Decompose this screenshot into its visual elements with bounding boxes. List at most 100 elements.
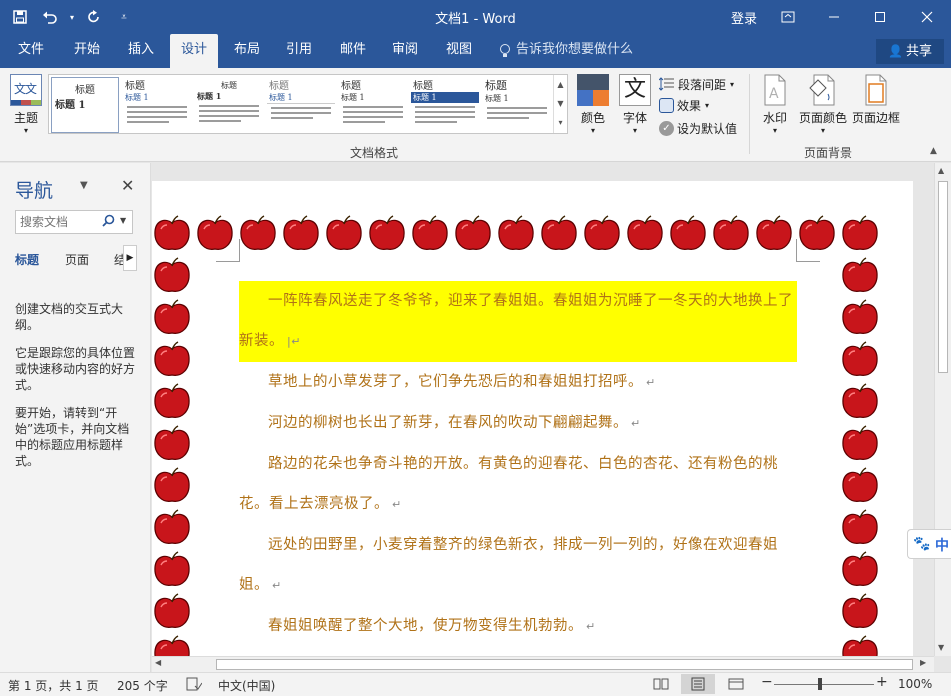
maximize-icon[interactable]: [857, 0, 903, 34]
word-count[interactable]: 205 个字: [117, 677, 168, 694]
apple-border-art: [840, 423, 880, 463]
title-bar: ▾ ⩡ 文档1 - Word 登录: [0, 0, 951, 34]
tell-me-box[interactable]: 告诉我你想要做什么: [516, 34, 633, 68]
page-color-dropdown-icon: ▾: [820, 126, 825, 135]
gallery-scroll[interactable]: ▲ ▼ ▾: [553, 75, 567, 133]
style-set-item[interactable]: 标题 标题 1: [123, 77, 191, 133]
paragraph[interactable]: 远处的田野里，小麦穿着整齐的绿色新衣，排成一列一列的，好像在欢迎春姐姐。 ↵: [239, 525, 797, 606]
horizontal-scrollbar[interactable]: ◀ ▶: [152, 656, 934, 672]
gallery-more-icon[interactable]: ▾: [554, 113, 567, 132]
search-icon[interactable]: [102, 214, 115, 230]
paragraph[interactable]: 路边的花朵也争奇斗艳的开放。有黄色的迎春花、白色的杏花、还有粉色的桃花。看上去漂…: [239, 444, 797, 525]
help-text: 它是跟踪您的具体位置或快速移动内容的好方式。: [15, 346, 136, 392]
zoom-level[interactable]: 100%: [898, 677, 932, 691]
zoom-in-icon[interactable]: +: [876, 674, 888, 690]
web-layout-icon[interactable]: [728, 677, 744, 694]
scroll-right-icon[interactable]: ▶: [920, 658, 926, 667]
gallery-up-icon[interactable]: ▲: [554, 75, 567, 94]
fonts-button[interactable]: 文 字体 ▾: [617, 74, 653, 135]
input-method-label: 中: [935, 538, 949, 554]
navigation-title: 导航: [15, 180, 54, 202]
document-body[interactable]: 一阵阵春风送走了冬爷爷，迎来了春姐姐。春姐姐为沉睡了一冬天的大地换上了新装。 |↵…: [239, 281, 797, 647]
apple-border-art: [840, 507, 880, 547]
search-input[interactable]: [16, 211, 96, 233]
search-dropdown-icon[interactable]: ▼: [120, 216, 126, 225]
collapse-ribbon-icon[interactable]: ▲: [930, 146, 937, 156]
text-cursor: |↵: [287, 335, 301, 348]
tab-headings[interactable]: 标题: [15, 251, 39, 268]
style-set-item[interactable]: 标题 标题 1: [411, 77, 479, 133]
style-set-gallery: 标题 标题 1 标题 标题 1 标题 标题 1 标题 标题 1 标题 标题 1 …: [48, 74, 568, 134]
login-link[interactable]: 登录: [731, 8, 757, 27]
paragraph[interactable]: 草地上的小草发芽了，它们争先恐后的和春姐姐打招呼。 ↵: [239, 362, 797, 403]
tab-view[interactable]: 视图: [436, 34, 482, 68]
tab-mailings[interactable]: 邮件: [330, 34, 376, 68]
style-set-item[interactable]: 标题 标题 1: [483, 77, 551, 133]
set-as-default-button[interactable]: ✓ 设为默认值: [659, 118, 737, 138]
proofing-icon[interactable]: [186, 677, 203, 694]
zoom-out-icon[interactable]: −: [761, 674, 773, 690]
tab-file[interactable]: 文件: [8, 34, 54, 68]
input-method-chip[interactable]: 🐾 中: [907, 529, 951, 559]
effects-label: 效果: [677, 98, 702, 113]
style-set-item[interactable]: 标题 标题 1: [339, 77, 407, 133]
page-color-button[interactable]: 页面颜色 ▾: [797, 74, 849, 135]
tab-insert[interactable]: 插入: [118, 34, 164, 68]
tab-pages[interactable]: 页面: [65, 251, 89, 268]
paragraph-spacing-button[interactable]: 段落间距 ▾: [658, 74, 734, 94]
navigation-options-icon[interactable]: ▼: [80, 180, 88, 191]
tab-design[interactable]: 设计: [170, 34, 218, 68]
zoom-slider-thumb[interactable]: [818, 678, 822, 690]
ribbon-tabs: 文件 开始 插入 设计 布局 引用 邮件 审阅 视图 告诉我你想要做什么 👤 共享: [0, 34, 951, 68]
document-page[interactable]: 一阵阵春风送走了冬爷爷，迎来了春姐姐。春姐姐为沉睡了一冬天的大地换上了新装。 |↵…: [152, 181, 913, 656]
vertical-scrollbar[interactable]: ▲ ▼: [934, 163, 951, 656]
ribbon-body: 文文 主题 ▾ 标题 标题 1 标题 标题 1 标题 标题 1 标题 标题 1 …: [0, 68, 951, 162]
paragraph-spacing-label: 段落间距: [678, 77, 727, 92]
style-set-item[interactable]: 标题 标题 1: [195, 77, 263, 133]
watermark-button[interactable]: A 水印 ▾: [757, 74, 793, 135]
read-mode-icon[interactable]: [653, 677, 669, 694]
close-icon[interactable]: [904, 0, 950, 34]
page-borders-button[interactable]: 页面边框: [851, 74, 901, 126]
share-button[interactable]: 👤 共享: [876, 39, 944, 64]
apple-border-art: [152, 423, 192, 463]
tab-layout[interactable]: 布局: [224, 34, 270, 68]
themes-button[interactable]: 文文 主题 ▾: [8, 74, 44, 135]
apple-border-art: [582, 213, 622, 253]
search-box[interactable]: ▼: [15, 210, 133, 234]
document-area[interactable]: 一阵阵春风送走了冬爷爷，迎来了春姐姐。春姐姐为沉睡了一冬天的大地换上了新装。 |↵…: [152, 163, 934, 656]
close-icon[interactable]: ✕: [121, 176, 134, 195]
apple-border-art: [840, 381, 880, 421]
fonts-dropdown-icon: ▾: [632, 126, 637, 135]
vertical-scroll-thumb[interactable]: [938, 181, 948, 373]
tab-home[interactable]: 开始: [64, 34, 110, 68]
horizontal-scroll-thumb[interactable]: [216, 659, 913, 670]
apple-border-art: [238, 213, 278, 253]
tab-references[interactable]: 引用: [276, 34, 322, 68]
apple-border-art: [797, 213, 837, 253]
apple-border-art: [539, 213, 579, 253]
tab-review[interactable]: 审阅: [382, 34, 428, 68]
paragraph[interactable]: 一阵阵春风送走了冬爷爷，迎来了春姐姐。春姐姐为沉睡了一冬天的大地换上了新装。 |↵: [239, 281, 797, 362]
style-set-item[interactable]: 标题 标题 1: [267, 77, 335, 133]
ribbon-display-options-icon[interactable]: [765, 0, 811, 34]
apple-border-art: [410, 213, 450, 253]
paragraph[interactable]: 春姐姐唤醒了整个大地，使万物变得生机勃勃。 ↵: [239, 606, 797, 647]
paragraph[interactable]: 河边的柳树也长出了新芽，在春风的吹动下翩翩起舞。 ↵: [239, 403, 797, 444]
effects-button[interactable]: 效果 ▾: [659, 95, 709, 115]
minimize-icon[interactable]: [811, 0, 857, 34]
style-set-item[interactable]: 标题 标题 1: [51, 77, 119, 133]
page-count[interactable]: 第 1 页，共 1 页: [8, 677, 99, 694]
scroll-down-icon[interactable]: ▼: [938, 643, 944, 652]
language[interactable]: 中文(中国): [218, 677, 275, 694]
paragraph-spacing-icon: [658, 77, 675, 91]
gallery-down-icon[interactable]: ▼: [554, 94, 567, 113]
scroll-left-icon[interactable]: ◀: [155, 658, 161, 667]
zoom-slider[interactable]: [774, 684, 874, 685]
group-label-page-background: 页面背景: [804, 146, 853, 160]
print-layout-icon[interactable]: [681, 674, 715, 694]
scroll-up-icon[interactable]: ▲: [938, 166, 944, 175]
help-text: 创建文档的交互式大纲。: [15, 302, 124, 332]
chevron-right-icon[interactable]: ▶: [123, 245, 137, 271]
colors-button[interactable]: 颜色 ▾: [575, 74, 611, 135]
